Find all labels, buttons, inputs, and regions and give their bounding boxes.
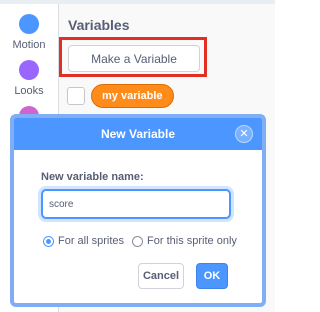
new-variable-dialog: New Variable ✕ New variable name: For al… (10, 114, 266, 307)
cancel-button[interactable]: Cancel (138, 263, 184, 289)
radio-checked-icon (43, 235, 54, 247)
variable-name-input[interactable] (41, 189, 231, 219)
close-icon: ✕ (239, 127, 249, 140)
scratch-editor: Motion Looks Variables Make a Variable m… (0, 0, 275, 312)
radio-label: For this sprite only (147, 235, 237, 247)
ok-button[interactable]: OK (196, 263, 228, 289)
variable-name-label: New variable name: (41, 171, 144, 183)
radio-for-this-sprite-only[interactable]: For this sprite only (132, 235, 237, 247)
close-button[interactable]: ✕ (235, 125, 253, 143)
dialog-title: New Variable (100, 127, 176, 141)
radio-unchecked-icon (132, 235, 144, 247)
scope-radio-group: For all sprites For this sprite only (43, 235, 245, 247)
radio-for-all-sprites[interactable]: For all sprites (43, 235, 124, 247)
radio-label: For all sprites (58, 235, 125, 247)
dialog-header: New Variable ✕ (14, 118, 262, 150)
